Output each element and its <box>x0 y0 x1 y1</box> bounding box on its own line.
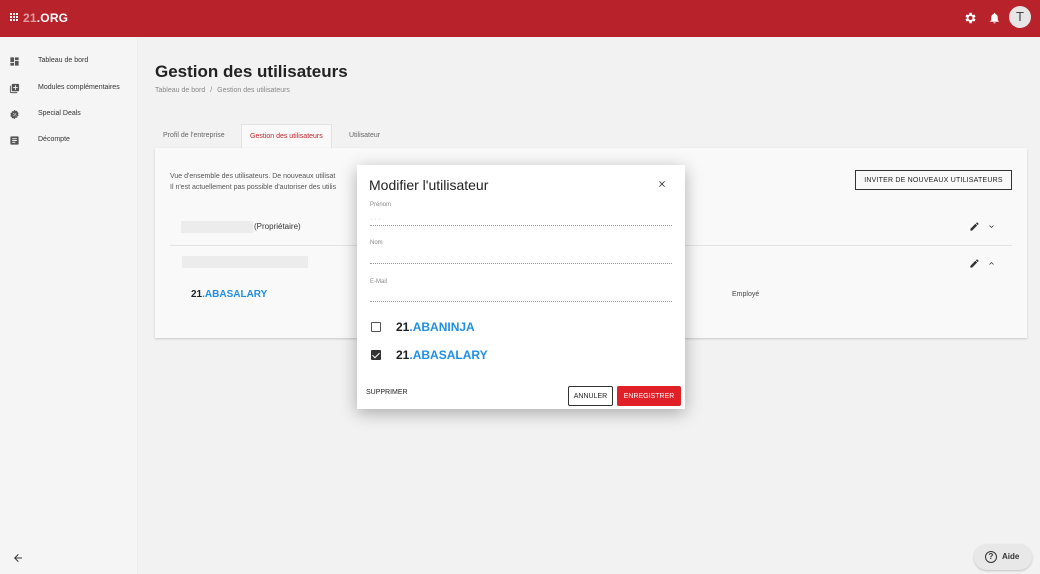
logo-name: ABASALARY <box>412 348 488 362</box>
help-question-icon: ? <box>985 551 997 563</box>
logo-prefix: 21 <box>396 320 410 334</box>
abasalary-checkbox[interactable] <box>371 350 381 360</box>
cancel-button[interactable]: ANNULER <box>568 386 613 406</box>
product-logo-abaninja: 21.ABANINJA <box>396 320 475 334</box>
lastname-label: Nom <box>370 240 383 246</box>
close-icon[interactable] <box>657 179 667 189</box>
firstname-label: Prénom <box>370 202 392 208</box>
email-field[interactable] <box>370 290 672 302</box>
email-label: E-Mail <box>370 279 388 285</box>
logo-prefix: 21 <box>396 348 410 362</box>
delete-button[interactable]: SUPPRIMER <box>366 389 408 396</box>
abaninja-checkbox[interactable] <box>371 322 381 332</box>
save-button[interactable]: ENREGISTRER <box>617 386 681 406</box>
firstname-field[interactable] <box>370 214 672 226</box>
product-logo-abasalary: 21.ABASALARY <box>396 348 488 362</box>
help-button[interactable]: ? Aide <box>974 544 1032 570</box>
lastname-field[interactable] <box>370 252 672 264</box>
logo-name: ABANINJA <box>412 320 475 334</box>
dialog-title: Modifier l'utilisateur <box>369 177 489 193</box>
edit-user-dialog: Modifier l'utilisateur Prénom Nom E-Mail… <box>357 165 685 409</box>
help-label: Aide <box>1002 552 1020 561</box>
